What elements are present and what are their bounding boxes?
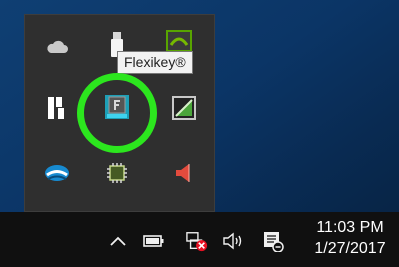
volume-icon[interactable]: [223, 230, 245, 252]
clock-time: 11:03 PM: [316, 219, 384, 236]
action-center-icon[interactable]: [262, 230, 284, 252]
graphics-panel-icon[interactable]: [164, 88, 204, 128]
bluetooth-icon[interactable]: [37, 153, 77, 193]
onedrive-cloud-icon[interactable]: [37, 27, 77, 67]
show-hidden-icons-chevron-icon[interactable]: [107, 230, 129, 252]
flexikey-icon[interactable]: [97, 87, 137, 127]
network-disconnected-icon[interactable]: [186, 230, 208, 252]
notification-overflow-flyout: [24, 14, 215, 212]
processor-chip-icon[interactable]: [97, 153, 137, 193]
battery-icon[interactable]: [143, 230, 165, 252]
audio-speaker-icon[interactable]: [164, 153, 204, 193]
hotkey-app-icon[interactable]: [37, 88, 77, 128]
clock-date: 1/27/2017: [314, 240, 386, 257]
taskbar: 11:03 PM 1/27/2017: [0, 212, 399, 267]
flexikey-tooltip: Flexikey®: [117, 51, 193, 74]
system-clock[interactable]: 11:03 PM 1/27/2017: [304, 217, 396, 259]
